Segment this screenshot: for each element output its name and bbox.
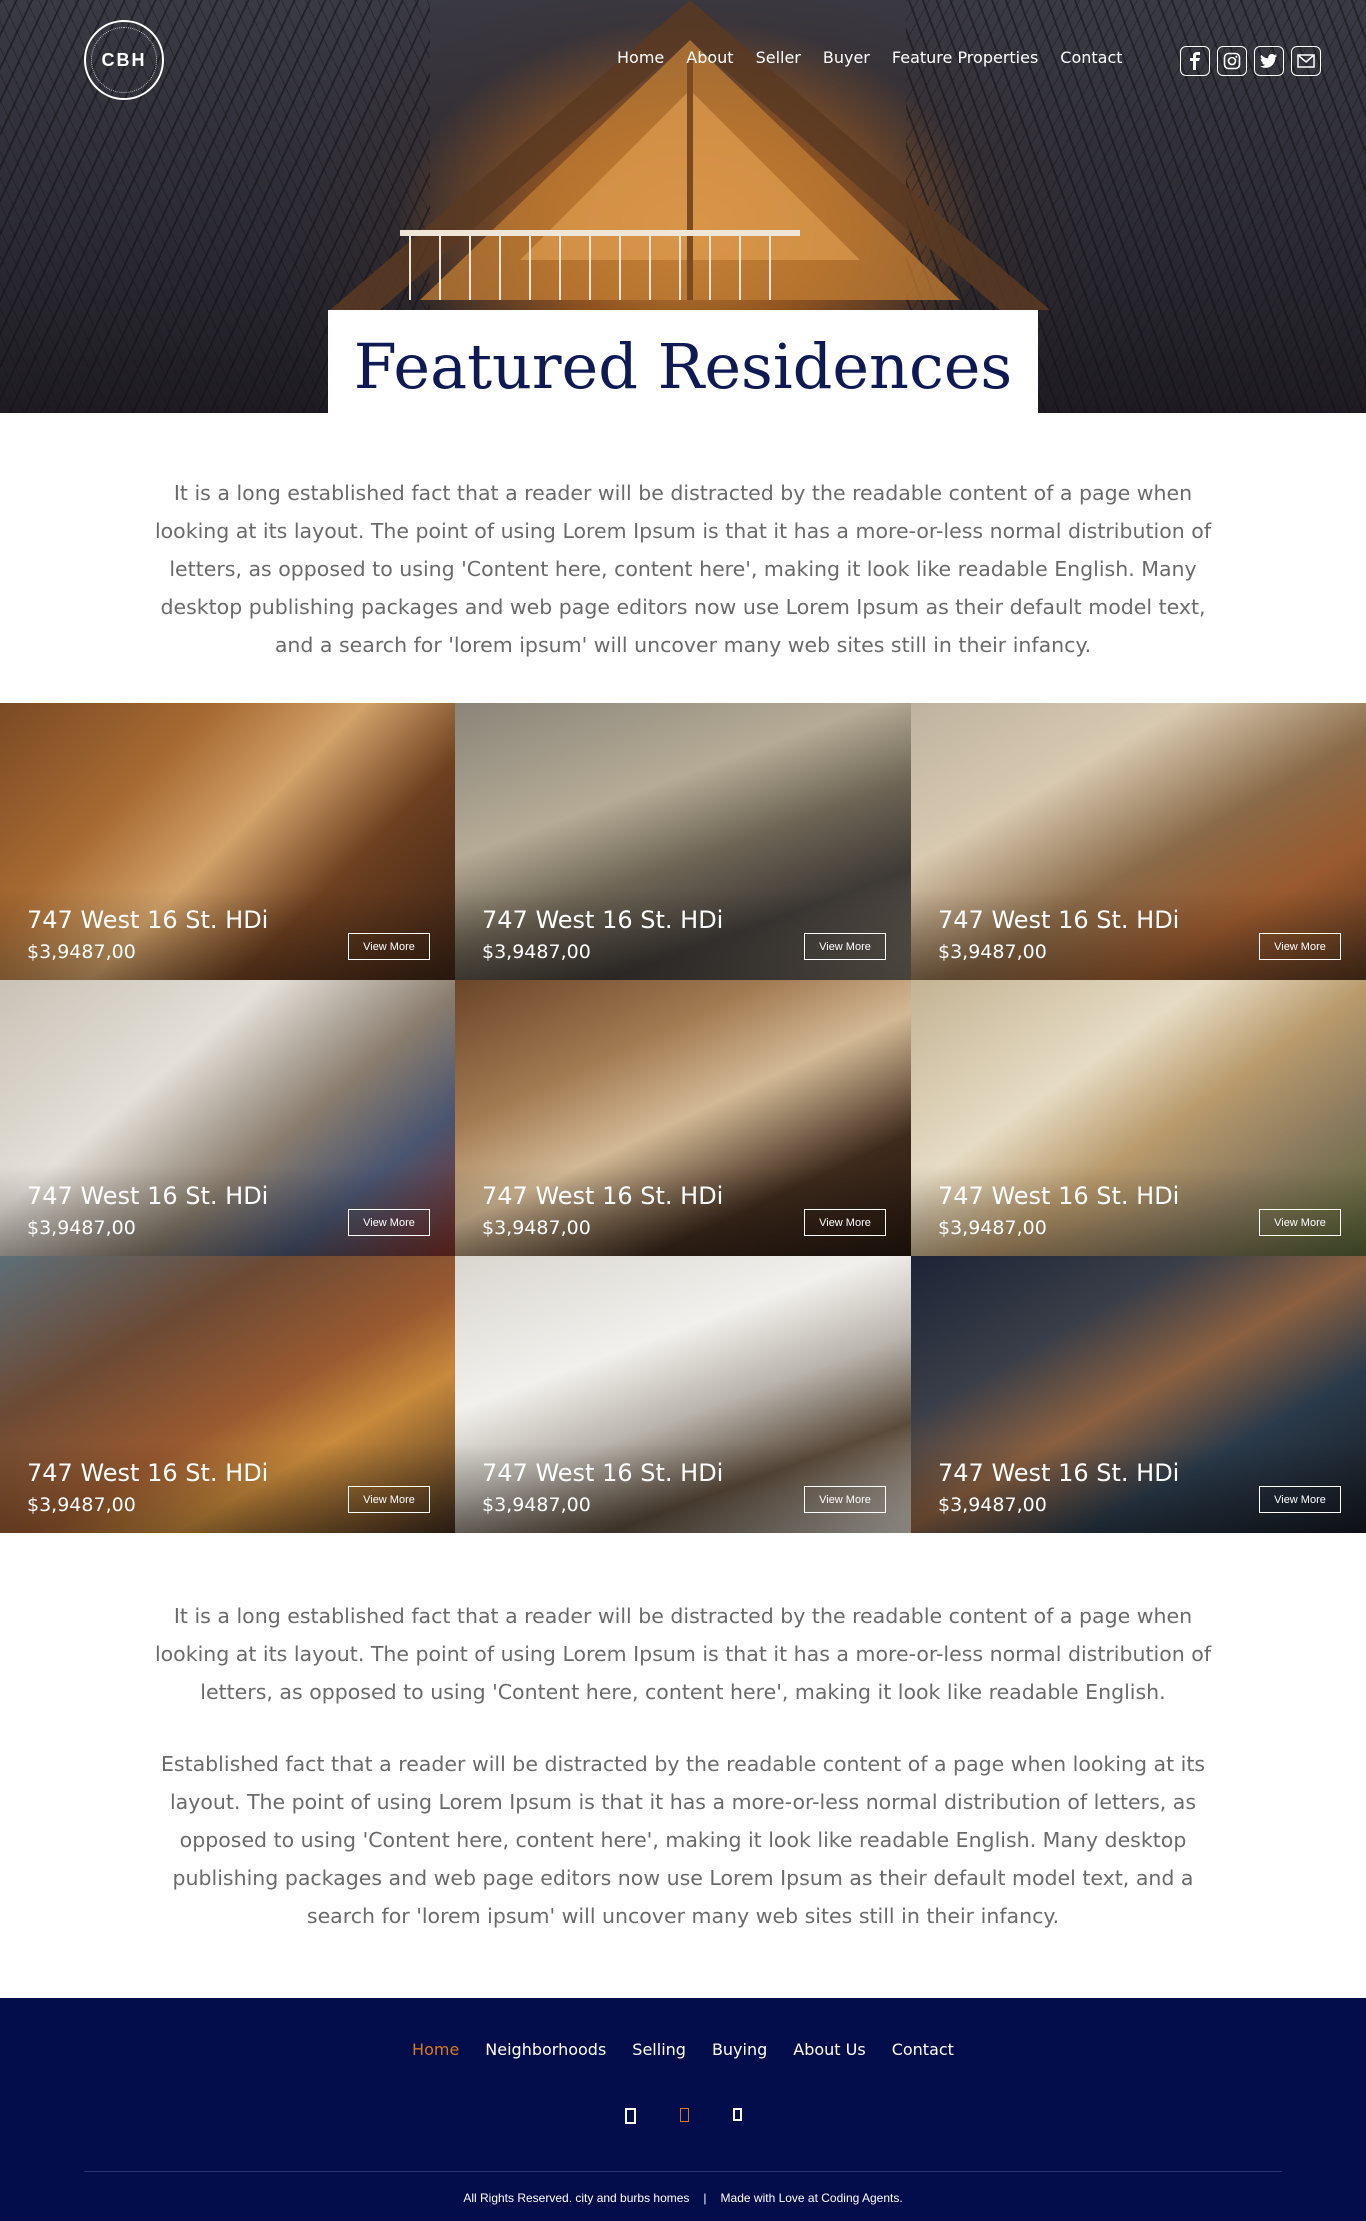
- listing-address: 747 West 16 St. HDi: [482, 1459, 724, 1487]
- instagram-icon[interactable]: [1217, 46, 1247, 76]
- logo-text: CBH: [101, 49, 147, 70]
- footer-social-icon[interactable]: [732, 2108, 742, 2121]
- footer-nav: Home Neighborhoods Selling Buying About …: [0, 2040, 1366, 2059]
- listing-price: $3,9487,00: [27, 941, 136, 963]
- facebook-icon[interactable]: [1180, 46, 1210, 76]
- footer: Home Neighborhoods Selling Buying About …: [0, 1998, 1366, 2221]
- listing-address: 747 West 16 St. HDi: [27, 1182, 269, 1210]
- listing-price: $3,9487,00: [938, 941, 1047, 963]
- logo[interactable]: CBH: [84, 20, 164, 100]
- listing-address: 747 West 16 St. HDi: [27, 906, 269, 934]
- nav-about[interactable]: About: [686, 48, 733, 67]
- listing-card[interactable]: 747 West 16 St. HDi $3,9487,00 View More: [911, 1256, 1366, 1533]
- page-title: Featured Residences: [353, 330, 1013, 403]
- footer-social-icon[interactable]: [624, 2108, 636, 2124]
- credit-text: Made with Love at Coding Agents.: [720, 2191, 903, 2205]
- intro-text: It is a long established fact that a rea…: [154, 481, 1212, 657]
- listing-card[interactable]: 747 West 16 St. HDi $3,9487,00 View More: [911, 703, 1366, 980]
- listing-address: 747 West 16 St. HDi: [482, 906, 724, 934]
- view-more-button[interactable]: View More: [1259, 1209, 1341, 1236]
- listing-address: 747 West 16 St. HDi: [482, 1182, 724, 1210]
- footer-nav-selling[interactable]: Selling: [632, 2040, 686, 2059]
- mail-icon[interactable]: [1291, 46, 1321, 76]
- listing-card[interactable]: 747 West 16 St. HDi $3,9487,00 View More: [0, 703, 455, 980]
- social-links: [1180, 46, 1321, 76]
- listing-price: $3,9487,00: [938, 1494, 1047, 1516]
- listing-address: 747 West 16 St. HDi: [938, 906, 1180, 934]
- listing-address: 747 West 16 St. HDi: [938, 1459, 1180, 1487]
- nav-seller[interactable]: Seller: [756, 48, 801, 67]
- view-more-button[interactable]: View More: [804, 933, 886, 960]
- footer-social-icon[interactable]: [679, 2108, 689, 2122]
- nav-buyer[interactable]: Buyer: [823, 48, 870, 67]
- nav-contact[interactable]: Contact: [1060, 48, 1122, 67]
- listing-price: $3,9487,00: [482, 1217, 591, 1239]
- view-more-button[interactable]: View More: [1259, 1486, 1341, 1513]
- twitter-icon[interactable]: [1254, 46, 1284, 76]
- body-paragraph-1: It is a long established fact that a rea…: [154, 1604, 1212, 1704]
- hero-banner: CBH Home About Seller Buyer Feature Prop…: [0, 0, 1366, 413]
- footer-nav-buying[interactable]: Buying: [712, 2040, 767, 2059]
- footer-nav-about-us[interactable]: About Us: [793, 2040, 865, 2059]
- nav-feature-properties[interactable]: Feature Properties: [892, 48, 1038, 67]
- listing-card[interactable]: 747 West 16 St. HDi $3,9487,00 View More: [455, 980, 911, 1256]
- view-more-button[interactable]: View More: [348, 1486, 430, 1513]
- main-nav: Home About Seller Buyer Feature Properti…: [617, 48, 1145, 67]
- view-more-button[interactable]: View More: [1259, 933, 1341, 960]
- listing-address: 747 West 16 St. HDi: [938, 1182, 1180, 1210]
- listing-card[interactable]: 747 West 16 St. HDi $3,9487,00 View More: [455, 703, 911, 980]
- listings-grid: 747 West 16 St. HDi $3,9487,00 View More…: [0, 703, 1366, 1533]
- listing-price: $3,9487,00: [482, 1494, 591, 1516]
- listing-card[interactable]: 747 West 16 St. HDi $3,9487,00 View More: [0, 1256, 455, 1533]
- footer-divider: [84, 2171, 1282, 2172]
- footer-social-icons: [0, 2108, 1366, 2124]
- footer-nav-contact[interactable]: Contact: [892, 2040, 954, 2059]
- footer-nav-neighborhoods[interactable]: Neighborhoods: [485, 2040, 606, 2059]
- footer-copyright: All Rights Reserved. city and burbs home…: [0, 2191, 1366, 2205]
- listing-card[interactable]: 747 West 16 St. HDi $3,9487,00 View More: [455, 1256, 911, 1533]
- footer-separator: |: [703, 2191, 707, 2205]
- page-title-box: Featured Residences: [328, 310, 1038, 413]
- view-more-button[interactable]: View More: [348, 1209, 430, 1236]
- listing-price: $3,9487,00: [27, 1217, 136, 1239]
- copyright-text: All Rights Reserved. city and burbs home…: [463, 2191, 690, 2205]
- body-paragraph-2: Established fact that a reader will be d…: [160, 1752, 1206, 1928]
- view-more-button[interactable]: View More: [348, 933, 430, 960]
- listing-price: $3,9487,00: [938, 1217, 1047, 1239]
- nav-home[interactable]: Home: [617, 48, 664, 67]
- view-more-button[interactable]: View More: [804, 1209, 886, 1236]
- view-more-button[interactable]: View More: [804, 1486, 886, 1513]
- listing-price: $3,9487,00: [482, 941, 591, 963]
- listing-card[interactable]: 747 West 16 St. HDi $3,9487,00 View More: [911, 980, 1366, 1256]
- listing-card[interactable]: 747 West 16 St. HDi $3,9487,00 View More: [0, 980, 455, 1256]
- listing-price: $3,9487,00: [27, 1494, 136, 1516]
- listing-address: 747 West 16 St. HDi: [27, 1459, 269, 1487]
- footer-nav-home[interactable]: Home: [412, 2040, 459, 2059]
